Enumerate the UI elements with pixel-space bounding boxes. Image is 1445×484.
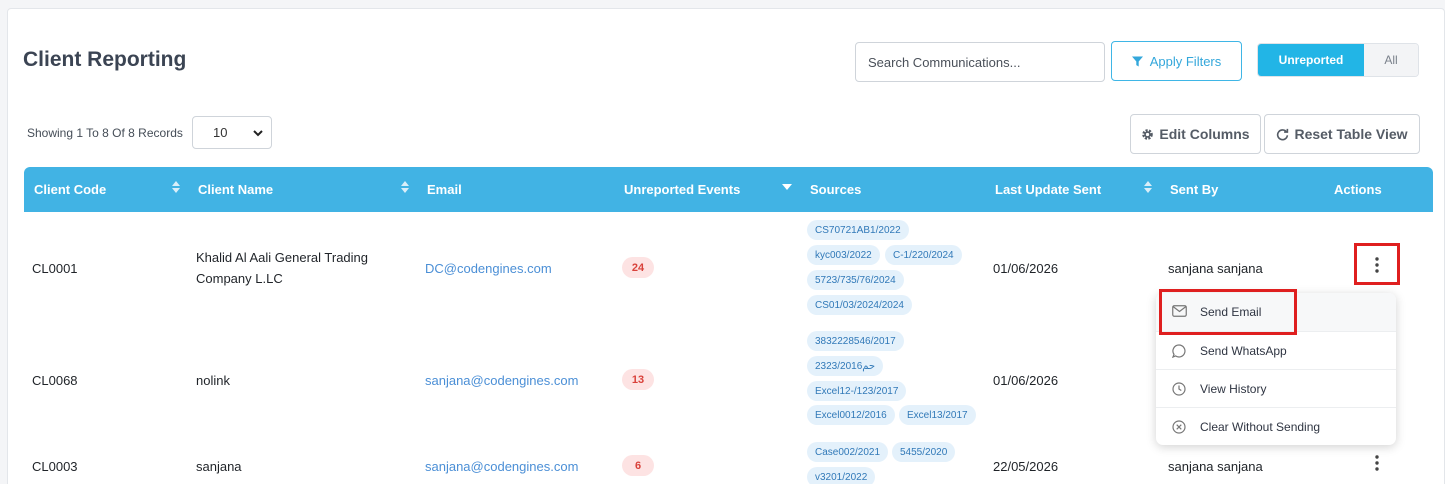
chat-bubble-icon (1172, 344, 1186, 358)
menu-item-label: Send WhatsApp (1200, 343, 1287, 358)
last-update-sent: 22/05/2026 (993, 459, 1059, 474)
client-email-link[interactable]: DC@codengines.com (425, 261, 552, 276)
kebab-icon (1375, 455, 1379, 471)
client-code: CL0068 (32, 373, 78, 388)
x-circle-icon (1172, 420, 1186, 434)
apply-filters-label: Apply Filters (1149, 53, 1222, 69)
apply-filters-button[interactable]: Apply Filters (1111, 41, 1242, 81)
records-count: Showing 1 To 8 Of 8 Records (27, 126, 183, 140)
clock-icon (1172, 382, 1186, 396)
client-email-link[interactable]: sanjana@codengines.com (425, 373, 578, 388)
page-size-value: 10 (213, 125, 228, 140)
highlight-box (1354, 243, 1400, 285)
source-chip: kyc003/2022 (807, 245, 880, 265)
sent-by: sanjana sanjana (1168, 459, 1263, 474)
sort-icon[interactable] (1143, 180, 1153, 194)
toggle-all[interactable]: All (1364, 44, 1418, 76)
highlight-box (1159, 289, 1297, 335)
gear-icon (1142, 128, 1154, 140)
client-email-link[interactable]: sanjana@codengines.com (425, 459, 578, 474)
menu-item-clear-without-sending[interactable]: Clear Without Sending (1156, 407, 1396, 445)
page-size-select[interactable]: 10 (192, 116, 272, 149)
source-chip: C-1/220/2024 (885, 245, 962, 265)
refresh-icon (1277, 128, 1289, 140)
search-input[interactable] (855, 42, 1105, 82)
column-client-code[interactable]: Client Code (34, 182, 106, 197)
source-chip: 3832228546/2017 (807, 331, 904, 351)
menu-item-label: View History (1200, 381, 1267, 396)
unreported-events-badge: 6 (622, 455, 654, 476)
client-code: CL0003 (32, 459, 78, 474)
source-chip: 5455/2020 (892, 442, 956, 462)
column-last-update-sent[interactable]: Last Update Sent (995, 182, 1101, 197)
client-name: nolink (196, 373, 230, 388)
sort-icon[interactable] (400, 180, 410, 194)
last-update-sent: 01/06/2026 (993, 261, 1059, 276)
menu-item-view-history[interactable]: View History (1156, 369, 1396, 407)
unreported-events-badge: 24 (622, 257, 654, 278)
column-actions: Actions (1334, 182, 1382, 197)
menu-item-label: Clear Without Sending (1200, 419, 1321, 434)
source-chip: Case002/2021 (807, 442, 889, 462)
sent-by: sanjana sanjana (1168, 261, 1263, 276)
table-header: Client Code Client Name Email Unreported… (24, 167, 1433, 212)
sort-desc-icon[interactable] (782, 183, 792, 191)
source-chip: Excel13/2017 (899, 405, 976, 425)
source-chip: Excel0012/2016 (807, 405, 895, 425)
page-title: Client Reporting (23, 48, 187, 71)
edit-columns-button[interactable]: Edit Columns (1130, 114, 1261, 154)
source-chip: 2323/2016حم (807, 356, 884, 376)
client-code: CL0001 (32, 261, 78, 276)
column-email[interactable]: Email (427, 182, 462, 197)
source-chip: CS01/03/2024/2024 (807, 295, 912, 315)
client-name: Khalid Al Aali General Trading Company L… (196, 250, 368, 286)
reset-table-view-label: Reset Table View (1294, 126, 1408, 142)
row-actions-menu-button[interactable] (1366, 452, 1388, 474)
unreported-events-badge: 13 (622, 369, 654, 390)
source-chip: 5723/735/76/2024 (807, 270, 904, 290)
column-unreported-events[interactable]: Unreported Events (624, 182, 740, 197)
column-sources[interactable]: Sources (810, 182, 861, 197)
toggle-unreported[interactable]: Unreported (1258, 44, 1364, 76)
column-sent-by[interactable]: Sent By (1170, 182, 1218, 197)
sort-icon[interactable] (171, 180, 181, 194)
last-update-sent: 01/06/2026 (993, 373, 1059, 388)
chevron-down-icon (253, 130, 263, 137)
report-filter-toggle: Unreported All (1257, 43, 1419, 77)
column-client-name[interactable]: Client Name (198, 182, 273, 197)
source-chip: CS70721AB1/2022 (807, 220, 909, 240)
filter-icon (1131, 55, 1143, 67)
edit-columns-label: Edit Columns (1159, 126, 1250, 142)
client-name: sanjana (196, 459, 242, 474)
source-chip: v3201/2022 (807, 467, 876, 484)
source-chip: Excel12-/123/2017 (807, 381, 907, 401)
menu-item-send-whatsapp[interactable]: Send WhatsApp (1156, 331, 1396, 369)
reset-table-view-button[interactable]: Reset Table View (1264, 114, 1420, 154)
